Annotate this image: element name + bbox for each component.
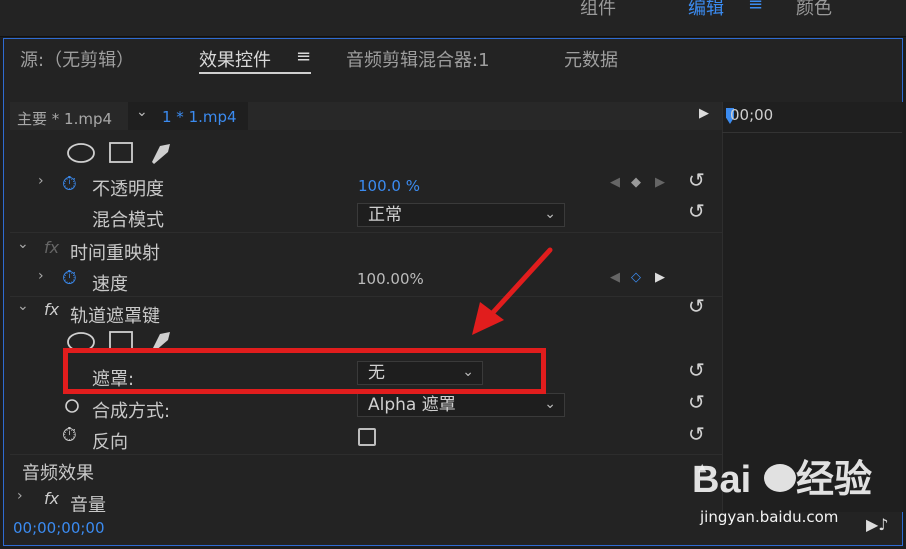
add-keyframe-icon[interactable]: ◆ (631, 175, 641, 190)
fx-icon[interactable]: fx (44, 300, 59, 319)
divider (10, 232, 722, 233)
blend-mode-dropdown[interactable]: 正常 ⌄ (357, 203, 565, 227)
collapse-chevron-icon[interactable]: ⌄ (17, 236, 29, 252)
stopwatch-outline-icon[interactable] (64, 398, 80, 414)
reverse-checkbox[interactable] (358, 428, 376, 446)
chevron-down-icon: ⌄ (544, 206, 556, 222)
active-tab-underline (199, 72, 311, 74)
expand-chevron-icon[interactable]: › (17, 488, 23, 504)
stopwatch-icon[interactable]: ⏱ (62, 173, 77, 195)
workspace-bar (0, 0, 906, 37)
svg-text:Bai: Bai (692, 459, 751, 501)
audio-play-icon[interactable]: ▶♪ (866, 515, 889, 534)
rectangle-mask-icon[interactable] (109, 142, 133, 163)
workspace-tab-edit[interactable]: 编辑 (688, 0, 724, 20)
reset-icon[interactable]: ↺ (688, 168, 705, 192)
reset-icon[interactable]: ↺ (688, 294, 705, 318)
speed-value[interactable]: 100.00% (357, 270, 424, 288)
track-matte-key-label: 轨道遮罩键 (70, 306, 160, 327)
collapse-chevron-icon[interactable]: ⌄ (17, 298, 29, 314)
play-triangle-icon[interactable]: ▶ (699, 106, 709, 121)
sequence-clip-label[interactable]: 1 * 1.mp4 (162, 108, 237, 126)
workspace-menu-icon[interactable]: ≡ (748, 0, 763, 15)
svg-text:经验: 经验 (796, 459, 872, 501)
expand-chevron-icon[interactable]: › (38, 268, 44, 284)
divider (10, 296, 722, 297)
annotation-arrow-icon (472, 247, 553, 335)
prev-keyframe-icon[interactable]: ◀ (610, 175, 620, 190)
fx-icon[interactable]: fx (44, 238, 59, 257)
stopwatch-icon[interactable]: ⏱ (62, 424, 77, 446)
footer-timecode[interactable]: 00;00;00;00 (13, 519, 105, 537)
add-keyframe-icon[interactable]: ◇ (631, 270, 641, 285)
composite-using-label: 合成方式: (92, 401, 171, 422)
tab-audio-clip-mixer[interactable]: 音频剪辑混合器:1 (346, 46, 490, 72)
composite-using-dropdown[interactable]: Alpha 遮罩 ⌄ (357, 393, 565, 417)
master-clip-label[interactable]: 主要 * 1.mp4 (17, 108, 112, 129)
panel-menu-icon[interactable]: ≡ (296, 46, 311, 67)
reverse-label: 反向 (92, 432, 128, 453)
next-keyframe-icon[interactable]: ▶ (655, 270, 665, 285)
time-remap-label: 时间重映射 (70, 243, 160, 264)
opacity-value[interactable]: 100.0 % (358, 177, 420, 195)
workspace-tab-color[interactable]: 颜色 (796, 0, 832, 20)
blend-mode-value: 正常 (368, 205, 402, 225)
chevron-down-icon: ⌄ (544, 396, 556, 412)
pen-mask-icon[interactable] (152, 144, 170, 164)
timeline-ruler-line (722, 132, 902, 133)
workspace-tab-assembly[interactable]: 组件 (580, 0, 616, 20)
clip-bar (10, 102, 722, 130)
blend-mode-label: 混合模式 (92, 210, 164, 231)
tab-metadata[interactable]: 元数据 (564, 46, 618, 72)
prev-keyframe-icon[interactable]: ◀ (610, 270, 620, 285)
annotation-highlight-box (63, 348, 546, 394)
tab-source[interactable]: 源:（无剪辑） (20, 46, 134, 72)
reset-icon[interactable]: ↺ (688, 358, 705, 382)
divider (10, 454, 722, 455)
timeline-timecode: 00;00 (730, 106, 774, 124)
mask-tools (67, 142, 170, 164)
expand-chevron-icon[interactable]: › (38, 173, 44, 189)
composite-using-value: Alpha 遮罩 (368, 395, 456, 415)
ellipse-mask-icon[interactable] (67, 143, 95, 163)
stopwatch-icon[interactable]: ⏱ (62, 267, 77, 289)
reset-icon[interactable]: ↺ (688, 390, 705, 414)
speed-label: 速度 (92, 274, 128, 295)
reset-icon[interactable]: ↺ (688, 199, 705, 223)
reset-icon[interactable]: ↺ (688, 422, 705, 446)
fx-icon[interactable]: fx (44, 489, 59, 508)
audio-effects-header: 音频效果 (22, 463, 94, 484)
chevron-down-icon[interactable]: ⌄ (136, 104, 148, 120)
watermark-url: jingyan.baidu.com (700, 508, 839, 526)
opacity-label: 不透明度 (92, 179, 164, 200)
tab-effect-controls[interactable]: 效果控件 (199, 46, 271, 72)
next-keyframe-icon[interactable]: ▶ (655, 175, 665, 190)
baidu-jingyan-logo-icon: Bai 经验 (692, 459, 872, 501)
mask-tools (67, 331, 170, 350)
